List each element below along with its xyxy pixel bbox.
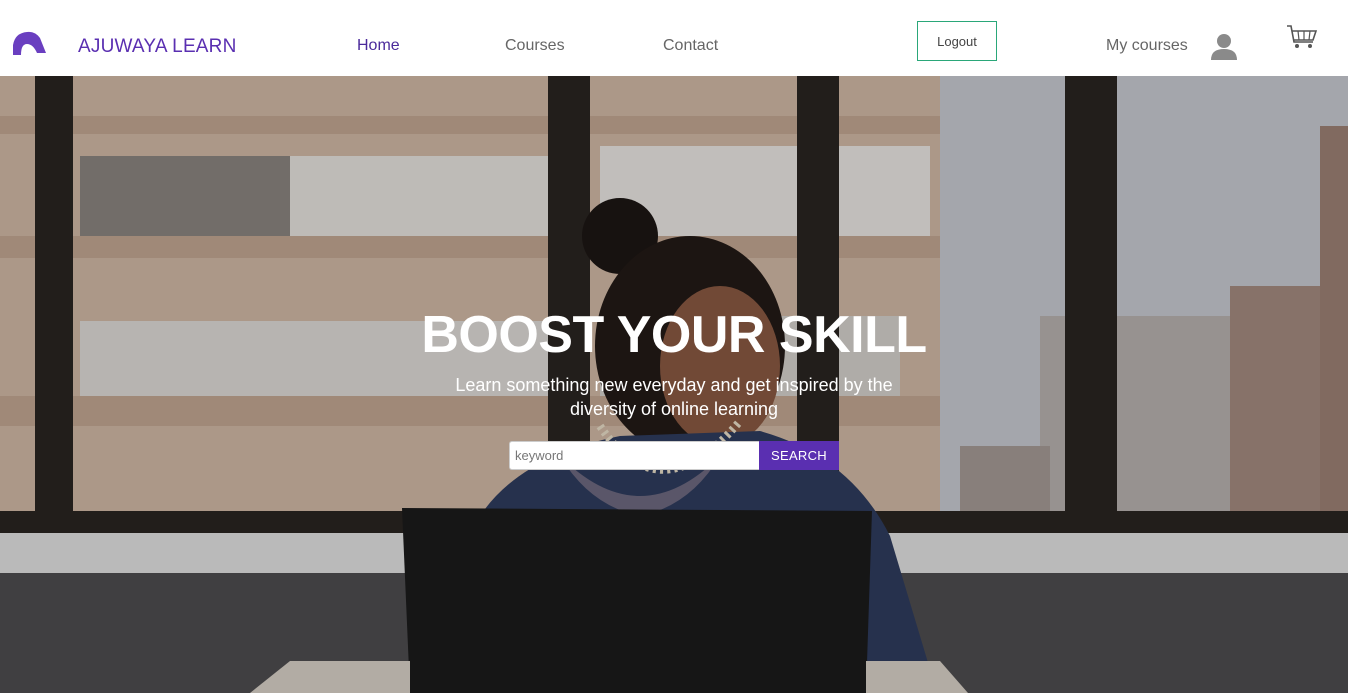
search-button[interactable]: SEARCH <box>759 441 839 470</box>
top-navbar: AJUWAYA LEARN Home Courses Contact Logou… <box>0 0 1348 76</box>
brand-name[interactable]: AJUWAYA LEARN <box>78 36 237 58</box>
search-input[interactable] <box>509 441 759 470</box>
nav-link-courses[interactable]: Courses <box>505 37 565 55</box>
logout-button[interactable]: Logout <box>917 21 997 61</box>
shopping-basket-icon[interactable] <box>1286 24 1317 49</box>
nav-link-contact[interactable]: Contact <box>663 37 718 55</box>
arch-logo-icon[interactable] <box>13 31 46 55</box>
nav-link-home[interactable]: Home <box>357 37 400 55</box>
search-form: SEARCH <box>509 441 839 470</box>
hero-subtitle: Learn something new everyday and get ins… <box>455 375 893 419</box>
brand-name-light: LEARN <box>172 36 237 57</box>
hero-section: BOOST YOUR SKILL Learn something new eve… <box>0 76 1348 693</box>
my-courses-link[interactable]: My courses <box>1106 37 1188 55</box>
hero-title: BOOST YOUR SKILL <box>421 306 927 364</box>
user-avatar-icon[interactable] <box>1209 31 1239 61</box>
brand-name-bold: AJUWAYA <box>78 36 167 57</box>
